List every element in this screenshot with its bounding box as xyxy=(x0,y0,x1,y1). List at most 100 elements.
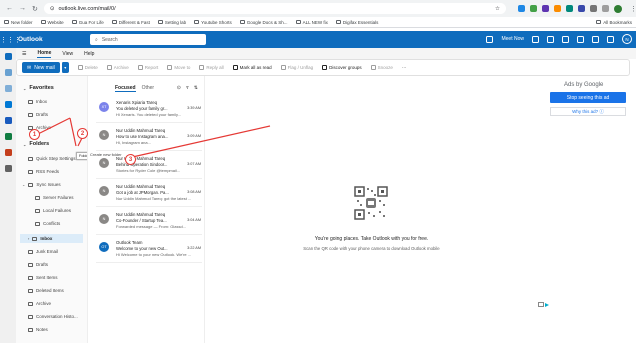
list-item[interactable]: XT Xenaris Xpiaria Tareq You deleted you… xyxy=(96,98,202,123)
extension-icon[interactable] xyxy=(541,4,549,12)
folder-inbox[interactable]: › Inbox xyxy=(20,234,83,243)
star-icon[interactable]: ☆ xyxy=(495,6,500,12)
folder-server-failures[interactable]: Server Failures xyxy=(35,195,91,200)
extensions-puzzle-icon[interactable] xyxy=(589,4,597,12)
ad-choices-icon[interactable] xyxy=(538,301,550,308)
list-item[interactable]: OT Outlook Team Welcome to your new Out.… xyxy=(96,238,202,263)
site-info-icon[interactable]: ⊙ xyxy=(50,6,55,12)
folder-icon xyxy=(35,195,40,200)
search-input[interactable]: Search xyxy=(102,37,118,43)
folder-drafts[interactable]: Drafts xyxy=(28,262,84,267)
powerpoint-icon[interactable] xyxy=(4,149,12,156)
profile-avatar[interactable] xyxy=(613,4,622,13)
avatar: N xyxy=(99,158,109,168)
excel-icon[interactable] xyxy=(4,133,12,140)
folder-local-failures[interactable]: Local Failures xyxy=(35,208,91,213)
browser-menu-icon[interactable]: ⋮ xyxy=(630,5,636,13)
folders-header[interactable]: ⌄ Folders xyxy=(23,141,49,147)
folder-sync-issues[interactable]: ⌄ Sync Issues xyxy=(22,182,78,187)
avatar[interactable]: N xyxy=(622,34,632,44)
calendar-icon[interactable] xyxy=(562,35,569,43)
bell-icon[interactable] xyxy=(592,35,599,43)
bookmark-item[interactable]: Youtube Shorts xyxy=(194,20,232,25)
folder-sent-items[interactable]: Sent Items xyxy=(28,275,84,280)
gear-icon[interactable] xyxy=(607,35,614,43)
extension-icon[interactable] xyxy=(517,4,525,12)
outlook-header: ⋮⋮⋮ Outlook ⌕ Search Meet Now N xyxy=(0,31,636,48)
meet-now-icon[interactable] xyxy=(486,35,494,43)
tab-help[interactable]: Help xyxy=(84,51,94,57)
calendar-app-icon[interactable] xyxy=(4,69,12,76)
favorite-inbox[interactable]: Inbox xyxy=(28,99,84,104)
extension-icon[interactable] xyxy=(577,4,585,12)
delete-button[interactable]: Delete xyxy=(77,65,98,70)
select-all-icon[interactable]: ⊙ xyxy=(177,85,181,91)
more-options-icon[interactable]: ··· xyxy=(402,65,407,70)
favorites-header[interactable]: ⌄ Favorites xyxy=(23,85,54,91)
collapse-pane-icon[interactable]: ☰ xyxy=(22,51,26,57)
bookmark-item[interactable]: Different & Fast xyxy=(111,20,150,25)
folder-junk-email[interactable]: Junk Email xyxy=(28,249,84,254)
address-bar[interactable]: ⊙ outlook.live.com/mail/0/ ☆ xyxy=(43,3,506,14)
chevron-right-icon[interactable]: › xyxy=(28,236,29,241)
list-item[interactable]: N Nur Uddin Mahmud Tareq Co-Founder / St… xyxy=(96,210,202,235)
folder-conversation-history[interactable]: Conversation Histo... xyxy=(28,314,84,319)
meet-now-button[interactable]: Meet Now xyxy=(501,36,524,42)
bookmark-item[interactable]: New folder xyxy=(4,20,33,25)
back-arrow-icon[interactable]: ← xyxy=(6,5,13,12)
new-folder-input[interactable]: Create new folder xyxy=(90,152,122,157)
people-icon[interactable] xyxy=(4,85,12,92)
tab-home[interactable]: Home xyxy=(37,50,52,58)
archive-button[interactable]: Archive xyxy=(106,65,129,70)
tab-view[interactable]: View xyxy=(62,51,73,57)
mark-all-read-button[interactable]: Mark all as read xyxy=(232,65,272,70)
extension-icon[interactable] xyxy=(565,4,573,12)
list-item[interactable]: N Nur Uddin Mahmud Tareq How to use Inst… xyxy=(96,126,202,151)
bookmark-item[interactable]: Website xyxy=(40,20,64,25)
download-icon[interactable] xyxy=(601,4,609,12)
new-mail-button[interactable]: ✉ New mail xyxy=(22,62,60,73)
extension-icon[interactable] xyxy=(553,4,561,12)
app-launcher-icon[interactable]: ⋮⋮⋮ xyxy=(0,36,21,44)
bookmark-item[interactable]: Digifax Essentials xyxy=(335,20,378,25)
tab-focused[interactable]: Focused xyxy=(115,85,136,92)
chevron-down-icon[interactable]: ⌄ xyxy=(22,182,25,187)
filter-icon[interactable]: ⫧ xyxy=(186,85,189,91)
teams-icon[interactable] xyxy=(532,35,539,43)
all-bookmarks[interactable]: All Bookmarks xyxy=(596,20,632,25)
tab-other[interactable]: Other xyxy=(142,85,155,92)
bookmark-item[interactable]: Gua For Life xyxy=(71,20,104,25)
search-box[interactable]: ⌕ Search xyxy=(90,34,206,45)
word-icon[interactable] xyxy=(4,117,12,124)
folder-archive[interactable]: Archive xyxy=(28,301,84,306)
folder-conflicts[interactable]: Conflicts xyxy=(35,221,91,226)
bookmark-item[interactable]: Setting lab xyxy=(157,20,186,25)
snooze-button[interactable]: Snooze xyxy=(370,65,393,70)
more-apps-icon[interactable] xyxy=(4,165,12,172)
mail-icon[interactable] xyxy=(4,53,12,60)
favorite-drafts[interactable]: Drafts xyxy=(28,112,84,117)
forward-arrow-icon[interactable]: → xyxy=(19,5,26,12)
folder-rss-feeds[interactable]: RSS Feeds xyxy=(28,169,84,174)
whats-new-icon[interactable] xyxy=(577,35,584,43)
reply-all-button[interactable]: Reply all xyxy=(199,65,224,70)
todo-icon[interactable] xyxy=(4,101,12,108)
discover-groups-button[interactable]: Discover groups xyxy=(322,65,362,70)
new-mail-dropdown[interactable]: ▾ xyxy=(60,62,69,73)
move-to-button[interactable]: Move to xyxy=(167,65,190,70)
bookmark-item[interactable]: ALL NEW fix xyxy=(295,20,328,25)
folder-deleted-items[interactable]: Deleted Items xyxy=(28,288,84,293)
stop-seeing-ad-button[interactable]: Stop seeing this ad xyxy=(550,92,626,103)
notes-icon[interactable] xyxy=(547,35,554,43)
list-item[interactable]: N Nur Uddin Mahmud Tareq Behind Operatio… xyxy=(96,154,202,179)
bookmark-item[interactable]: Google Docs & Sh... xyxy=(239,20,288,25)
why-this-ad-button[interactable]: Why this ad? ⓘ xyxy=(550,107,626,116)
flag-button[interactable]: Flag / Unflag xyxy=(280,65,313,70)
reload-icon[interactable]: ↻ xyxy=(32,5,38,13)
sort-icon[interactable]: ⇅ xyxy=(194,85,198,91)
extension-icon[interactable] xyxy=(529,4,537,12)
list-item[interactable]: N Nur Uddin Mahmud Tareq Got a job at JP… xyxy=(96,182,202,207)
folder-icon xyxy=(239,20,245,24)
folder-notes[interactable]: Notes xyxy=(28,327,84,332)
report-button[interactable]: Report xyxy=(137,65,158,70)
